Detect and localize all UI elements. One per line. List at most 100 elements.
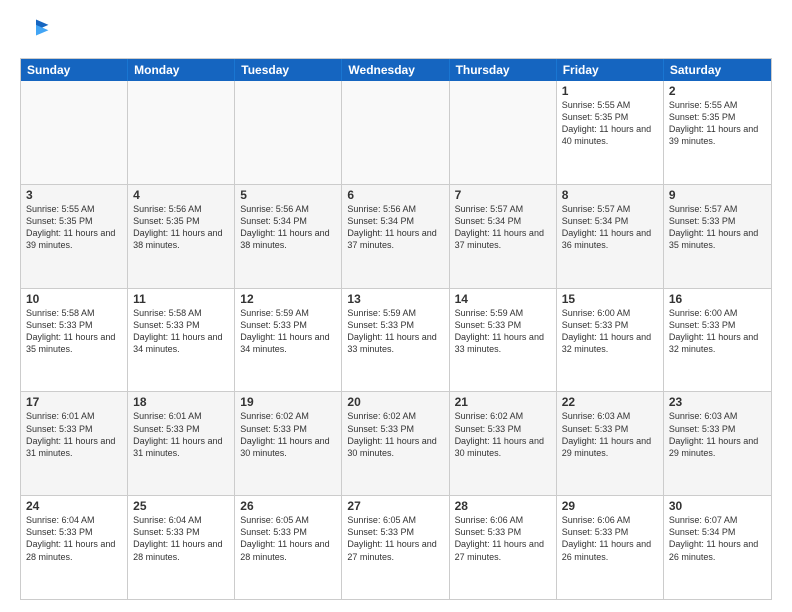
day-number: 4	[133, 188, 229, 202]
day-cell-24: 24Sunrise: 6:04 AMSunset: 5:33 PMDayligh…	[21, 496, 128, 599]
day-number: 26	[240, 499, 336, 513]
day-info: Sunrise: 5:56 AMSunset: 5:34 PMDaylight:…	[347, 203, 443, 252]
empty-cell	[342, 81, 449, 184]
day-info: Sunrise: 5:56 AMSunset: 5:35 PMDaylight:…	[133, 203, 229, 252]
day-number: 7	[455, 188, 551, 202]
day-info: Sunrise: 5:55 AMSunset: 5:35 PMDaylight:…	[26, 203, 122, 252]
header	[20, 16, 772, 48]
day-info: Sunrise: 6:02 AMSunset: 5:33 PMDaylight:…	[347, 410, 443, 459]
day-cell-2: 2Sunrise: 5:55 AMSunset: 5:35 PMDaylight…	[664, 81, 771, 184]
day-cell-22: 22Sunrise: 6:03 AMSunset: 5:33 PMDayligh…	[557, 392, 664, 495]
day-number: 28	[455, 499, 551, 513]
day-info: Sunrise: 6:01 AMSunset: 5:33 PMDaylight:…	[26, 410, 122, 459]
day-number: 27	[347, 499, 443, 513]
day-number: 11	[133, 292, 229, 306]
day-number: 23	[669, 395, 766, 409]
day-info: Sunrise: 6:06 AMSunset: 5:33 PMDaylight:…	[562, 514, 658, 563]
day-cell-18: 18Sunrise: 6:01 AMSunset: 5:33 PMDayligh…	[128, 392, 235, 495]
day-info: Sunrise: 5:59 AMSunset: 5:33 PMDaylight:…	[347, 307, 443, 356]
day-cell-10: 10Sunrise: 5:58 AMSunset: 5:33 PMDayligh…	[21, 289, 128, 392]
day-info: Sunrise: 5:59 AMSunset: 5:33 PMDaylight:…	[455, 307, 551, 356]
day-cell-3: 3Sunrise: 5:55 AMSunset: 5:35 PMDaylight…	[21, 185, 128, 288]
empty-cell	[450, 81, 557, 184]
day-info: Sunrise: 6:03 AMSunset: 5:33 PMDaylight:…	[669, 410, 766, 459]
day-cell-19: 19Sunrise: 6:02 AMSunset: 5:33 PMDayligh…	[235, 392, 342, 495]
day-info: Sunrise: 6:04 AMSunset: 5:33 PMDaylight:…	[26, 514, 122, 563]
day-info: Sunrise: 6:07 AMSunset: 5:34 PMDaylight:…	[669, 514, 766, 563]
day-cell-7: 7Sunrise: 5:57 AMSunset: 5:34 PMDaylight…	[450, 185, 557, 288]
day-info: Sunrise: 5:58 AMSunset: 5:33 PMDaylight:…	[26, 307, 122, 356]
day-cell-14: 14Sunrise: 5:59 AMSunset: 5:33 PMDayligh…	[450, 289, 557, 392]
empty-cell	[235, 81, 342, 184]
day-cell-5: 5Sunrise: 5:56 AMSunset: 5:34 PMDaylight…	[235, 185, 342, 288]
day-header-friday: Friday	[557, 59, 664, 81]
day-number: 14	[455, 292, 551, 306]
day-info: Sunrise: 5:56 AMSunset: 5:34 PMDaylight:…	[240, 203, 336, 252]
day-cell-16: 16Sunrise: 6:00 AMSunset: 5:33 PMDayligh…	[664, 289, 771, 392]
day-cell-20: 20Sunrise: 6:02 AMSunset: 5:33 PMDayligh…	[342, 392, 449, 495]
day-cell-29: 29Sunrise: 6:06 AMSunset: 5:33 PMDayligh…	[557, 496, 664, 599]
day-number: 18	[133, 395, 229, 409]
day-number: 10	[26, 292, 122, 306]
day-cell-21: 21Sunrise: 6:02 AMSunset: 5:33 PMDayligh…	[450, 392, 557, 495]
day-number: 22	[562, 395, 658, 409]
empty-cell	[21, 81, 128, 184]
day-number: 17	[26, 395, 122, 409]
day-cell-6: 6Sunrise: 5:56 AMSunset: 5:34 PMDaylight…	[342, 185, 449, 288]
day-info: Sunrise: 5:57 AMSunset: 5:34 PMDaylight:…	[562, 203, 658, 252]
day-cell-17: 17Sunrise: 6:01 AMSunset: 5:33 PMDayligh…	[21, 392, 128, 495]
day-number: 13	[347, 292, 443, 306]
calendar-row-5: 24Sunrise: 6:04 AMSunset: 5:33 PMDayligh…	[21, 495, 771, 599]
calendar-row-4: 17Sunrise: 6:01 AMSunset: 5:33 PMDayligh…	[21, 391, 771, 495]
day-number: 8	[562, 188, 658, 202]
day-number: 3	[26, 188, 122, 202]
calendar-row-2: 3Sunrise: 5:55 AMSunset: 5:35 PMDaylight…	[21, 184, 771, 288]
day-cell-9: 9Sunrise: 5:57 AMSunset: 5:33 PMDaylight…	[664, 185, 771, 288]
logo	[20, 16, 56, 48]
day-cell-13: 13Sunrise: 5:59 AMSunset: 5:33 PMDayligh…	[342, 289, 449, 392]
day-info: Sunrise: 6:05 AMSunset: 5:33 PMDaylight:…	[240, 514, 336, 563]
day-number: 12	[240, 292, 336, 306]
day-number: 5	[240, 188, 336, 202]
calendar-page: SundayMondayTuesdayWednesdayThursdayFrid…	[0, 0, 792, 612]
logo-icon	[20, 16, 52, 48]
calendar-row-3: 10Sunrise: 5:58 AMSunset: 5:33 PMDayligh…	[21, 288, 771, 392]
day-info: Sunrise: 5:55 AMSunset: 5:35 PMDaylight:…	[562, 99, 658, 148]
day-cell-28: 28Sunrise: 6:06 AMSunset: 5:33 PMDayligh…	[450, 496, 557, 599]
day-number: 16	[669, 292, 766, 306]
day-info: Sunrise: 5:57 AMSunset: 5:33 PMDaylight:…	[669, 203, 766, 252]
day-info: Sunrise: 6:02 AMSunset: 5:33 PMDaylight:…	[455, 410, 551, 459]
day-info: Sunrise: 5:59 AMSunset: 5:33 PMDaylight:…	[240, 307, 336, 356]
day-number: 20	[347, 395, 443, 409]
day-info: Sunrise: 6:02 AMSunset: 5:33 PMDaylight:…	[240, 410, 336, 459]
day-number: 25	[133, 499, 229, 513]
day-cell-8: 8Sunrise: 5:57 AMSunset: 5:34 PMDaylight…	[557, 185, 664, 288]
calendar-header-row: SundayMondayTuesdayWednesdayThursdayFrid…	[21, 59, 771, 81]
day-header-saturday: Saturday	[664, 59, 771, 81]
day-info: Sunrise: 5:58 AMSunset: 5:33 PMDaylight:…	[133, 307, 229, 356]
day-header-wednesday: Wednesday	[342, 59, 449, 81]
day-number: 30	[669, 499, 766, 513]
day-cell-30: 30Sunrise: 6:07 AMSunset: 5:34 PMDayligh…	[664, 496, 771, 599]
day-number: 1	[562, 84, 658, 98]
day-info: Sunrise: 6:04 AMSunset: 5:33 PMDaylight:…	[133, 514, 229, 563]
calendar-row-1: 1Sunrise: 5:55 AMSunset: 5:35 PMDaylight…	[21, 81, 771, 184]
day-cell-1: 1Sunrise: 5:55 AMSunset: 5:35 PMDaylight…	[557, 81, 664, 184]
day-info: Sunrise: 5:55 AMSunset: 5:35 PMDaylight:…	[669, 99, 766, 148]
day-number: 9	[669, 188, 766, 202]
day-header-thursday: Thursday	[450, 59, 557, 81]
day-cell-15: 15Sunrise: 6:00 AMSunset: 5:33 PMDayligh…	[557, 289, 664, 392]
day-header-monday: Monday	[128, 59, 235, 81]
day-number: 15	[562, 292, 658, 306]
day-header-tuesday: Tuesday	[235, 59, 342, 81]
day-info: Sunrise: 6:01 AMSunset: 5:33 PMDaylight:…	[133, 410, 229, 459]
empty-cell	[128, 81, 235, 184]
day-cell-23: 23Sunrise: 6:03 AMSunset: 5:33 PMDayligh…	[664, 392, 771, 495]
day-number: 6	[347, 188, 443, 202]
day-cell-26: 26Sunrise: 6:05 AMSunset: 5:33 PMDayligh…	[235, 496, 342, 599]
calendar: SundayMondayTuesdayWednesdayThursdayFrid…	[20, 58, 772, 600]
day-number: 21	[455, 395, 551, 409]
day-header-sunday: Sunday	[21, 59, 128, 81]
day-number: 2	[669, 84, 766, 98]
day-cell-27: 27Sunrise: 6:05 AMSunset: 5:33 PMDayligh…	[342, 496, 449, 599]
